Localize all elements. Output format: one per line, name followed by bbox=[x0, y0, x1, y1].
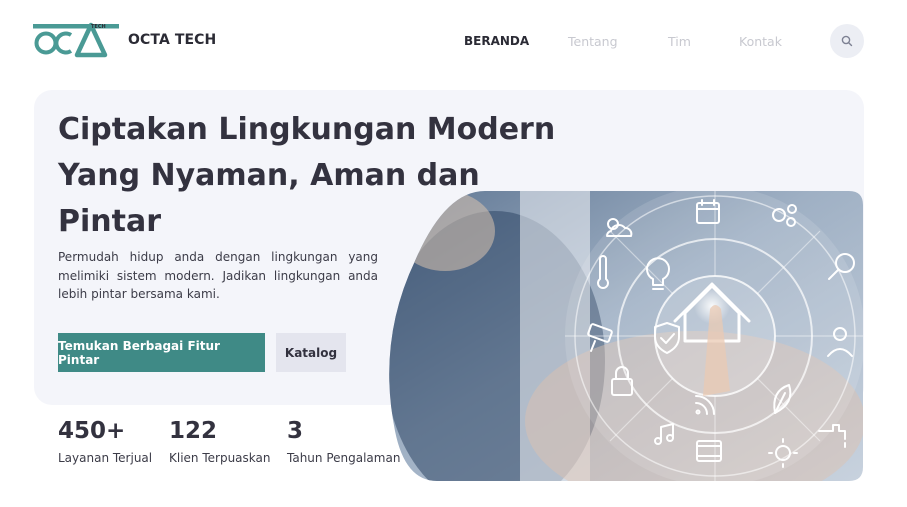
nav-tim[interactable]: Tim bbox=[668, 34, 691, 49]
stat-value-sold: 450+ bbox=[58, 418, 126, 444]
smart-home-image bbox=[389, 191, 863, 481]
nav-kontak[interactable]: Kontak bbox=[739, 34, 782, 49]
nav-beranda[interactable]: BERANDA bbox=[464, 34, 529, 48]
logo-icon[interactable]: TECH bbox=[33, 22, 119, 58]
stat-value-clients: 122 bbox=[169, 418, 218, 444]
hero-description: Permudah hidup anda dengan lingkungan ya… bbox=[58, 250, 378, 301]
stat-label-years: Tahun Pengalaman bbox=[287, 451, 401, 465]
brand-name[interactable]: OCTA TECH bbox=[128, 32, 216, 48]
hero-title-line-1: Ciptakan Lingkungan Modern bbox=[58, 112, 556, 147]
find-features-button[interactable]: Temukan Berbagai Fitur Pintar bbox=[58, 333, 265, 372]
stat-value-years: 3 bbox=[287, 418, 304, 444]
stat-label-clients: Klien Terpuaskan bbox=[169, 451, 271, 465]
stat-label-sold: Layanan Terjual bbox=[58, 451, 153, 465]
search-button[interactable] bbox=[830, 24, 864, 58]
search-icon bbox=[841, 35, 853, 47]
logo-sub-text: TECH bbox=[91, 24, 106, 30]
nav-tentang[interactable]: Tentang bbox=[568, 34, 618, 49]
catalog-button[interactable]: Katalog bbox=[276, 333, 346, 372]
